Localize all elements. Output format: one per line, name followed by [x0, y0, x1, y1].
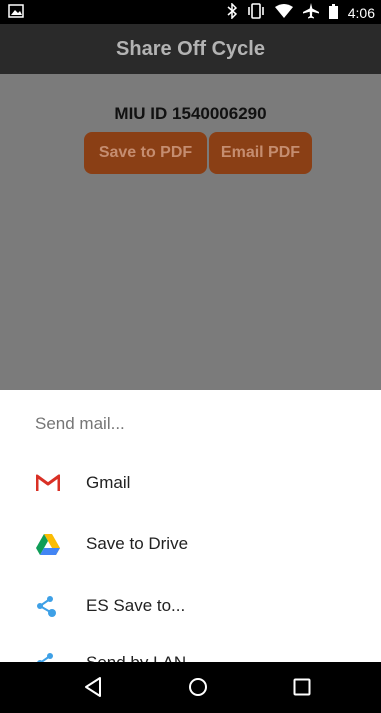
save-to-pdf-button[interactable]: Save to PDF: [84, 132, 207, 174]
share-option-gmail[interactable]: Gmail: [0, 463, 381, 503]
app-bar: Share Off Cycle: [0, 24, 381, 74]
share-sheet: Send mail... Gmail Save to Drive ES Save…: [0, 390, 381, 662]
email-pdf-button[interactable]: Email PDF: [209, 132, 312, 174]
vibrate-icon: [247, 3, 265, 22]
recents-icon[interactable]: [287, 672, 317, 702]
gmail-icon: [36, 471, 60, 495]
bluetooth-icon: [227, 2, 237, 22]
share-option-es-save-to[interactable]: ES Save to...: [0, 586, 381, 626]
wifi-icon: [274, 4, 293, 21]
share-option-save-to-drive[interactable]: Save to Drive: [0, 524, 381, 564]
es-share-icon: [36, 651, 60, 662]
home-icon[interactable]: [183, 672, 213, 702]
airplane-icon: [302, 3, 319, 22]
share-option-label: Save to Drive: [86, 534, 189, 553]
share-option-label: Send by LAN: [86, 653, 186, 662]
navigation-bar: [0, 662, 381, 713]
share-option-send-by-lan[interactable]: Send by LAN: [0, 643, 381, 662]
image-icon: [8, 4, 24, 21]
page-title: Share Off Cycle: [116, 37, 265, 60]
back-icon[interactable]: [78, 672, 108, 702]
status-bar: 4:06: [0, 0, 381, 24]
google-drive-icon: [36, 532, 60, 556]
share-option-label: ES Save to...: [86, 596, 186, 615]
status-time: 4:06: [347, 4, 375, 21]
miu-id-label: MIU ID 1540006290: [114, 104, 267, 123]
battery-icon: [328, 3, 338, 22]
main-content: MIU ID 1540006290 Save to PDF Email PDF: [0, 74, 381, 390]
share-option-label: Gmail: [86, 473, 131, 492]
share-sheet-title: Send mail...: [35, 414, 125, 433]
es-share-icon: [36, 594, 60, 618]
